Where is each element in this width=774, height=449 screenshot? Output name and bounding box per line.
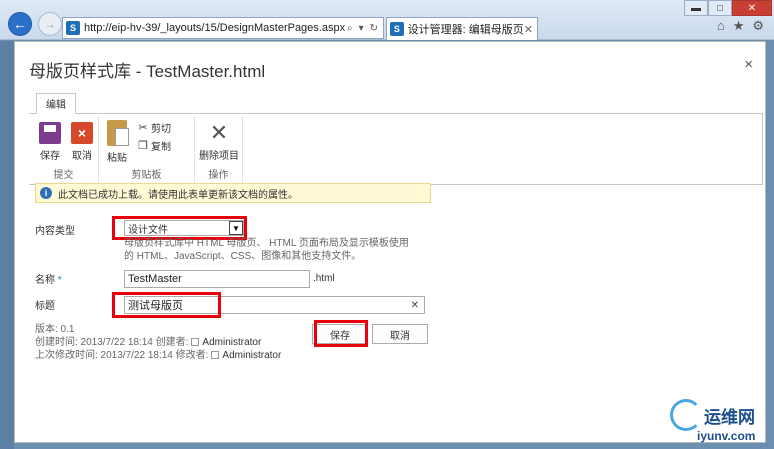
watermark-logo: 运维网 iyunv.com xyxy=(664,395,768,445)
name-field[interactable]: TestMaster xyxy=(124,270,310,288)
clear-icon[interactable]: ✕ xyxy=(411,300,419,311)
ribbon-group-commit: 保存 × 取消 提交 xyxy=(29,116,99,184)
created-by-link[interactable]: Administrator xyxy=(202,337,261,348)
ribbon-save-button[interactable]: 保存 xyxy=(39,122,61,162)
sharepoint-logo-icon: S xyxy=(390,22,404,36)
settings-gear-icon[interactable]: ⚙ xyxy=(752,18,764,34)
ribbon-cancel-button[interactable]: × 取消 xyxy=(71,122,93,162)
required-asterisk: * xyxy=(57,275,62,286)
window-close-button[interactable]: ✕ xyxy=(732,0,772,16)
ribbon-group-actions: ✕ 删除项目 操作 xyxy=(195,116,243,184)
copy-icon: ❐ xyxy=(138,140,148,152)
cancel-icon: × xyxy=(71,122,93,144)
ribbon-paste-button[interactable]: 粘贴 xyxy=(107,120,129,164)
ribbon-group-label: 提交 xyxy=(53,170,74,181)
tab-title: 设计管理器: 编辑母版页 xyxy=(407,24,524,36)
name-label: 名称 * xyxy=(35,275,62,286)
refresh-icon[interactable]: ↻ xyxy=(370,23,378,34)
content-type-description: 母版页样式库中 HTML 母版页、 HTML 页面布局及显示模板使用的 HTML… xyxy=(124,238,409,262)
user-presence-icon xyxy=(191,338,200,346)
browser-chrome: ← → S http://eip-hv-39/_layouts/15/Desig… xyxy=(0,0,774,40)
swirl-logo-icon xyxy=(670,399,702,431)
ribbon-group-clipboard: 粘贴 ✂ 剪切 ❐ 复制 剪贴板 xyxy=(99,116,195,184)
scissors-icon: ✂ xyxy=(138,122,148,134)
save-icon xyxy=(39,122,61,144)
minimize-button[interactable]: ▬ xyxy=(684,0,708,16)
ribbon-delete-button[interactable]: ✕ 删除项目 xyxy=(199,120,239,162)
home-icon[interactable]: ⌂ xyxy=(717,18,725,34)
address-bar[interactable]: S http://eip-hv-39/_layouts/15/DesignMas… xyxy=(62,17,384,39)
sharepoint-logo-icon: S xyxy=(66,21,80,35)
search-icon[interactable]: ⌕ xyxy=(347,23,353,34)
page-background xyxy=(0,41,14,449)
maximize-button[interactable]: □ xyxy=(708,0,732,16)
dialog-close-icon[interactable]: × xyxy=(744,56,753,73)
user-presence-icon xyxy=(211,351,220,359)
paste-icon xyxy=(107,120,129,146)
ribbon-group-label: 剪贴板 xyxy=(131,170,162,181)
tab-close-icon[interactable]: ✕ xyxy=(524,23,533,36)
delete-x-icon: ✕ xyxy=(209,120,229,145)
ribbon-cut-button[interactable]: ✂ 剪切 xyxy=(137,120,171,135)
dialog-title: 母版页样式库 - TestMaster.html xyxy=(29,62,266,81)
content-type-label: 内容类型 xyxy=(35,226,75,237)
arrow-right-icon: → xyxy=(44,17,56,31)
info-icon: i xyxy=(40,187,52,199)
browser-tab[interactable]: S 设计管理器: 编辑母版页 ✕ xyxy=(386,17,538,40)
highlight-box xyxy=(314,320,368,347)
ribbon-tab-edit[interactable]: 编辑 xyxy=(36,93,76,114)
ribbon-copy-button[interactable]: ❐ 复制 xyxy=(137,138,171,153)
arrow-left-icon: ← xyxy=(13,16,27,32)
url-text[interactable]: http://eip-hv-39/_layouts/15/DesignMaste… xyxy=(84,22,347,34)
ribbon: 保存 × 取消 提交 粘贴 ✂ 剪切 ❐ 复制 剪贴板 ✕ 删除项目 操作 xyxy=(29,113,763,185)
favorites-star-icon[interactable]: ★ xyxy=(733,18,745,34)
browser-toolbar: ⌂ ★ ⚙ xyxy=(717,18,764,34)
highlight-box xyxy=(112,292,221,318)
title-label: 标题 xyxy=(35,301,55,312)
cancel-button[interactable]: 取消 xyxy=(372,324,428,344)
file-extension: .html xyxy=(313,273,335,284)
version-info: 版本: 0.1 创建时间: 2013/7/22 18:14 创建者: Admini… xyxy=(35,324,282,361)
ribbon-group-label: 操作 xyxy=(208,170,229,181)
status-message: i 此文档已成功上载。请使用此表单更新该文档的属性。 xyxy=(35,183,431,203)
modified-by-link[interactable]: Administrator xyxy=(222,350,281,361)
window-controls: ▬ □ ✕ xyxy=(684,0,772,16)
forward-button[interactable]: → xyxy=(38,12,62,36)
dropdown-icon[interactable]: ▾ xyxy=(359,23,364,34)
back-button[interactable]: ← xyxy=(8,12,32,36)
